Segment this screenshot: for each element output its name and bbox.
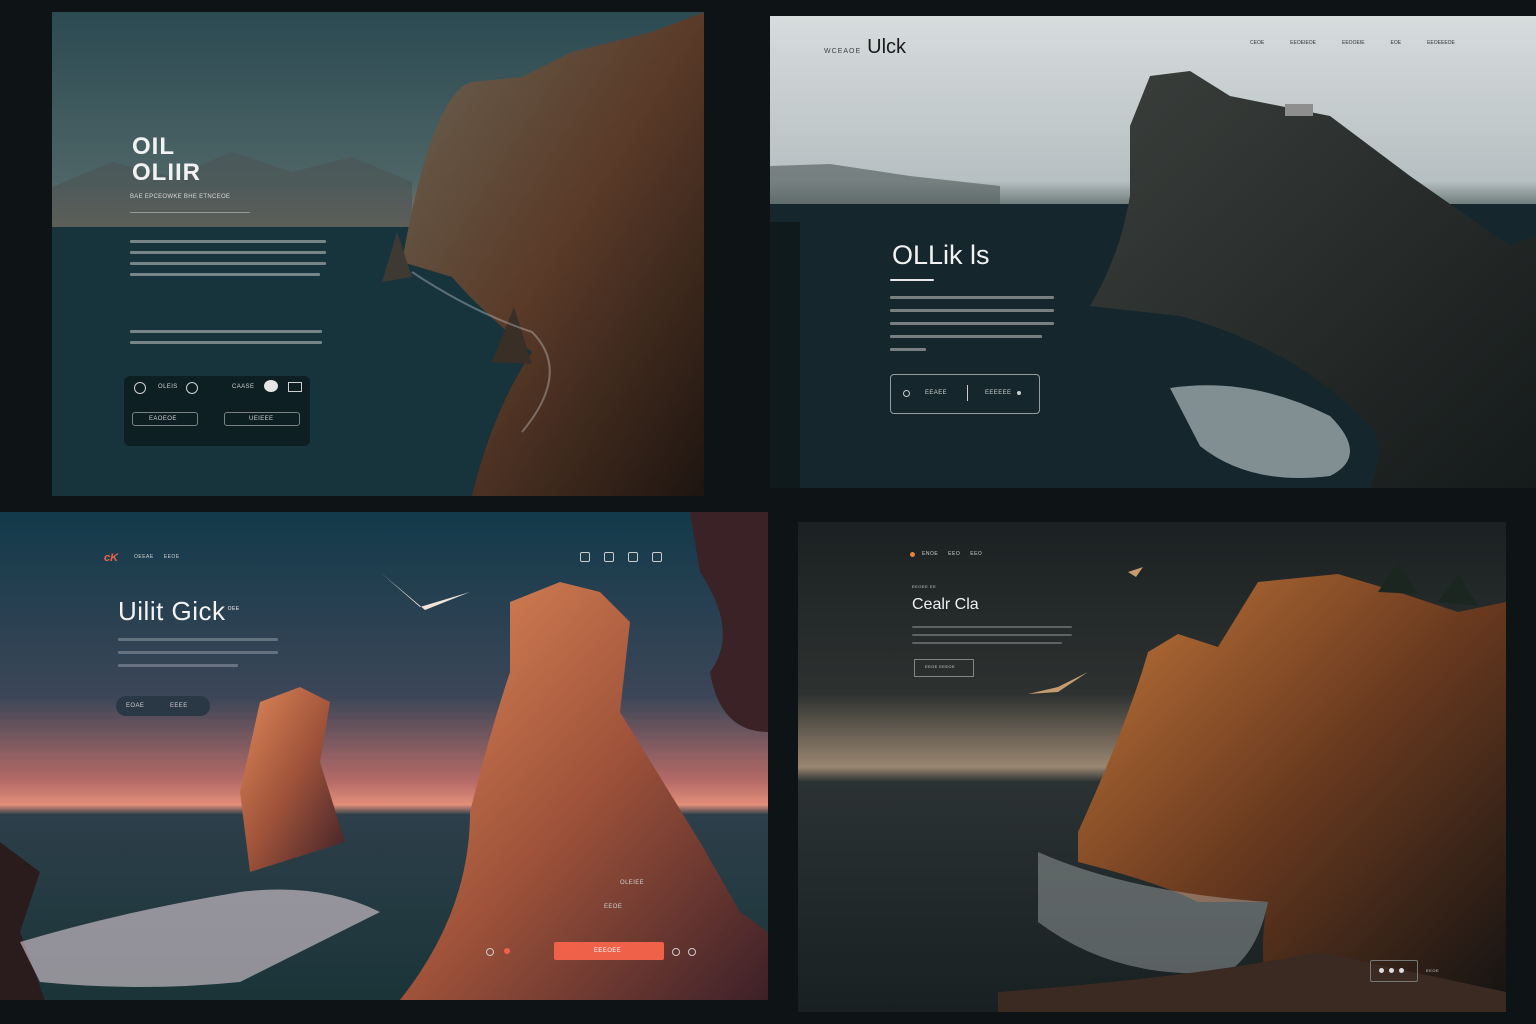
cta-pill-button[interactable]: EOAE EEEE bbox=[116, 696, 210, 716]
footer-control[interactable] bbox=[1370, 960, 1418, 982]
hero-title: OLLik ls bbox=[892, 240, 990, 270]
hero-panel-1: OIL OLIIR BAE EPCEOWKE BHE ETNCEOE OLEIS… bbox=[52, 12, 704, 496]
top-nav: ENOE EEO EEO bbox=[922, 551, 982, 557]
header-icon-group bbox=[580, 552, 662, 562]
user-icon[interactable] bbox=[580, 552, 590, 562]
kicker-text: EEOEE EE bbox=[912, 584, 937, 589]
radio-icon[interactable] bbox=[903, 390, 910, 397]
action-card: OLEIS CAASE EAOEOE UEIEEE bbox=[124, 376, 310, 446]
nav-item[interactable]: OEEAE bbox=[134, 554, 154, 560]
subtitle-underline bbox=[130, 212, 250, 221]
hero-subtitle: BAE EPCEOWKE BHE ETNCEOE bbox=[130, 194, 231, 200]
circle-icon[interactable] bbox=[486, 948, 494, 956]
dot-icon bbox=[1379, 968, 1384, 973]
dot-icon bbox=[1399, 968, 1404, 973]
brand-logo[interactable]: WCEAOE Ulck bbox=[824, 36, 906, 59]
cta-label-1: EOAE bbox=[126, 703, 145, 709]
brand-logo[interactable]: cK bbox=[104, 552, 118, 564]
headland-landscape-image bbox=[770, 16, 1536, 488]
circle-icon[interactable] bbox=[672, 948, 680, 956]
nav-item[interactable]: EEOOEIE bbox=[1342, 40, 1365, 46]
cta-button[interactable]: EEOE EEEOE bbox=[914, 659, 974, 677]
toggle-icon[interactable] bbox=[264, 380, 278, 392]
hero-panel-3: cK OEEAE EEOE Uilit Gick OEE EOAE EEEE OL… bbox=[0, 512, 768, 1024]
dot-icon[interactable] bbox=[504, 948, 510, 954]
menu-icon[interactable] bbox=[652, 552, 662, 562]
nav-item[interactable]: CEOE bbox=[1250, 40, 1264, 46]
golden-cliffs-photo bbox=[798, 522, 1506, 1012]
square-icon[interactable] bbox=[288, 382, 302, 392]
side-caption: OLEIEE bbox=[620, 880, 645, 886]
circle-icon[interactable] bbox=[186, 382, 198, 394]
cta-label-2: EEEEEE bbox=[985, 390, 1012, 396]
footer-label: EEOE bbox=[1426, 968, 1440, 973]
body-paragraph bbox=[890, 296, 1054, 359]
hero-panel-4: ENOE EEO EEO EEOEE EE Cealr Cla EEOE EEE… bbox=[798, 522, 1506, 1012]
cta-label-1: EEAEE bbox=[925, 390, 948, 396]
cta-label-2: EEEE bbox=[170, 703, 188, 709]
top-nav: CEOE EEOEIEOE EEOOEIE EOE EEOEEEOE bbox=[1250, 40, 1455, 46]
divider bbox=[967, 385, 968, 401]
top-nav: OEEAE EEOE bbox=[134, 554, 180, 560]
cta-button-group[interactable]: EEAEE EEEEEE bbox=[890, 374, 1040, 414]
dot-icon bbox=[1389, 968, 1394, 973]
primary-cta-button[interactable]: EEEOEE bbox=[554, 942, 664, 960]
card-button-2[interactable]: UEIEEE bbox=[224, 412, 300, 426]
hero-title: Uilit Gick OEE bbox=[118, 596, 240, 626]
body-paragraph bbox=[118, 638, 278, 675]
nav-item[interactable]: EOE bbox=[1391, 40, 1402, 46]
circle-icon[interactable] bbox=[688, 948, 696, 956]
circle-icon[interactable] bbox=[134, 382, 146, 394]
card-label-1: OLEIS bbox=[158, 384, 178, 390]
title-underline bbox=[890, 279, 934, 289]
hero-title: Cealr Cla bbox=[912, 596, 979, 613]
nav-item[interactable]: EEO bbox=[970, 551, 982, 557]
title-superscript: OEE bbox=[227, 606, 240, 613]
hero-title: OIL OLIIR bbox=[132, 133, 201, 186]
card-button-1[interactable]: EAOEOE bbox=[132, 412, 198, 426]
body-paragraph bbox=[912, 626, 1072, 652]
side-caption-2: EEOE bbox=[604, 904, 623, 910]
hero-panel-2: WCEAOE Ulck CEOE EEOEIEOE EEOOEIE EOE EEO… bbox=[770, 16, 1536, 488]
nav-item[interactable]: EEOE bbox=[164, 554, 180, 560]
body-paragraph-1 bbox=[130, 240, 326, 284]
nav-item[interactable]: EEOEIEOE bbox=[1290, 40, 1316, 46]
dot-icon bbox=[1017, 391, 1021, 395]
nav-item[interactable]: EEOEEEOE bbox=[1427, 40, 1455, 46]
brand-dot-icon bbox=[910, 552, 915, 557]
nav-item[interactable]: ENOE bbox=[922, 551, 938, 557]
body-paragraph-2 bbox=[130, 330, 322, 352]
bookmark-icon[interactable] bbox=[628, 552, 638, 562]
card-label-2: CAASE bbox=[232, 384, 255, 390]
nav-item[interactable]: EEO bbox=[948, 551, 960, 557]
grid-icon[interactable] bbox=[604, 552, 614, 562]
